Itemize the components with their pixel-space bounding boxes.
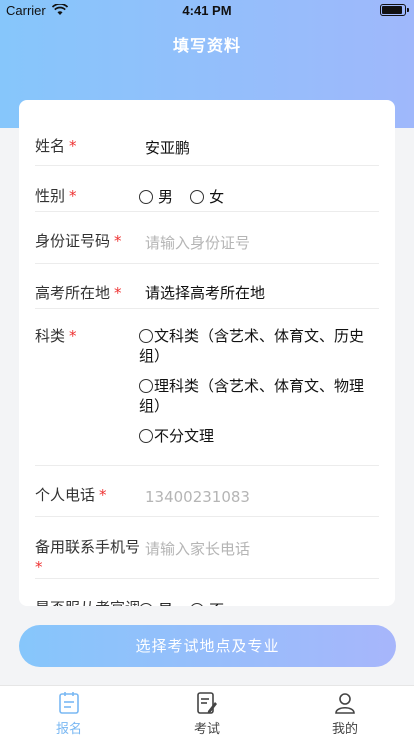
tab-exam[interactable]: 考试 [162, 686, 252, 736]
radio-circle-icon [139, 602, 153, 606]
exam-location-row[interactable]: 高考所在地 * 请选择高考所在地 [35, 264, 379, 309]
status-bar: Carrier 4:41 PM [0, 0, 414, 20]
radio-circle-icon [139, 189, 153, 204]
tab-mine-label: 我的 [331, 722, 358, 736]
tab-bar: 报名 考试 我的 [0, 685, 414, 736]
obey-yes-radio[interactable]: 是 [139, 599, 173, 606]
phone-input[interactable]: 13400231083 [145, 487, 250, 507]
tab-register-label: 报名 [55, 722, 82, 736]
clock: 4:41 PM [182, 3, 232, 18]
phone-row[interactable]: 个人电话 * 13400231083 [35, 466, 379, 517]
gender-label: 性别 * [35, 187, 77, 205]
subject-row: 科类 * 文科类（含艺术、体育文、历史组） 理科类（含艺术、体育文、物理组） 不分… [35, 309, 379, 466]
tab-register[interactable]: 报名 [24, 686, 114, 736]
subject-science-radio[interactable]: 理科类（含艺术、体育文、物理组） [139, 376, 379, 416]
subject-label: 科类 * [35, 327, 77, 345]
gender-male-radio[interactable]: 男 [139, 186, 173, 207]
name-row[interactable]: 姓名 * 安亚鹏 [35, 124, 379, 166]
select-exam-location-button[interactable]: 选择考试地点及专业 [19, 625, 396, 667]
id-number-row[interactable]: 身份证号码 * 请输入身份证号 [35, 212, 379, 264]
radio-circle-icon [190, 602, 205, 606]
id-number-input[interactable]: 请输入身份证号 [145, 233, 250, 253]
gender-options: 男 女 [139, 186, 236, 208]
exam-location-select[interactable]: 请选择高考所在地 [145, 283, 265, 303]
radio-circle-icon [139, 329, 153, 343]
obey-no-radio[interactable]: 否 [190, 599, 224, 606]
obey-row: 是否服从考官调 是 否 [35, 579, 379, 606]
phone-label: 个人电话 * [35, 486, 107, 504]
subject-arts-radio[interactable]: 文科类（含艺术、体育文、历史组） [139, 326, 379, 366]
subject-none-radio[interactable]: 不分文理 [139, 426, 379, 446]
radio-circle-icon [139, 379, 153, 393]
gender-row: 性别 * 男 女 [35, 166, 379, 212]
name-label: 姓名 * [35, 137, 77, 155]
edit-document-icon [196, 691, 218, 715]
tab-mine[interactable]: 我的 [300, 686, 390, 736]
backup-phone-input[interactable]: 请输入家长电话 [145, 539, 250, 559]
tab-exam-label: 考试 [193, 722, 220, 736]
gender-female-radio[interactable]: 女 [190, 186, 224, 207]
user-icon [334, 691, 356, 715]
obey-options: 是 否 [139, 599, 236, 606]
page-title: 填写资料 [172, 36, 241, 55]
battery-icon [380, 4, 409, 16]
id-number-label: 身份证号码 * [35, 232, 122, 250]
obey-label: 是否服从考官调 [35, 598, 140, 606]
name-input[interactable]: 安亚鹏 [145, 138, 190, 158]
radio-circle-icon [190, 189, 205, 204]
clipboard-icon [58, 691, 80, 715]
radio-circle-icon [139, 429, 153, 443]
backup-phone-label: 备用联系手机号 * [35, 538, 141, 576]
exam-location-label: 高考所在地 * [35, 284, 122, 302]
form-card: 姓名 * 安亚鹏 性别 * 男 女 身份证号码 * 请输入身份证号 高考所在地 * 请选… [19, 100, 395, 606]
backup-phone-row[interactable]: 备用联系手机号 * 请输入家长电话 [35, 517, 379, 579]
